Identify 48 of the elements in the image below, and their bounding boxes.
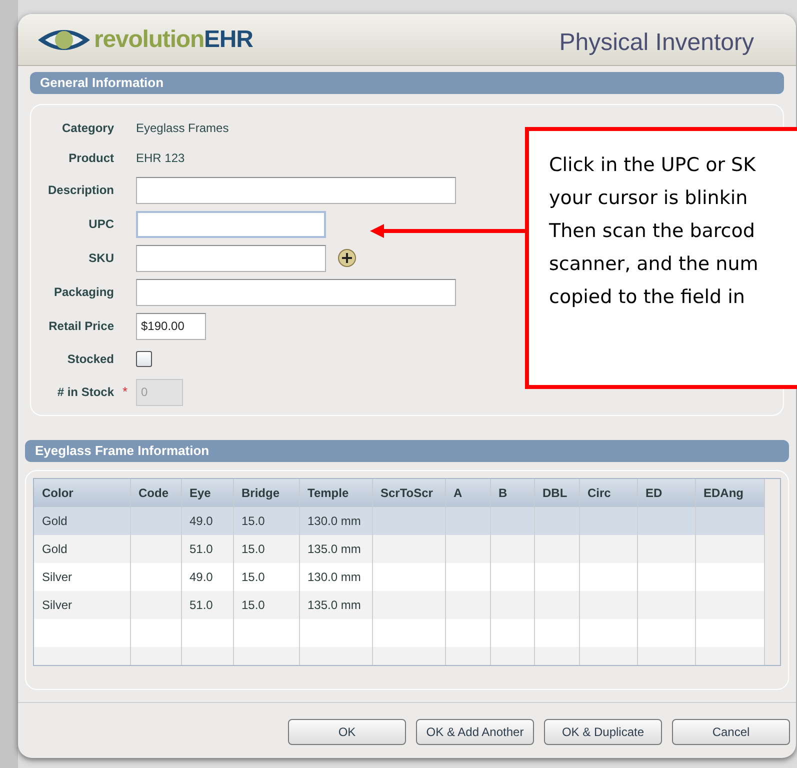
field-label: Description — [46, 182, 114, 199]
field-label: Retail Price — [48, 318, 114, 335]
field-label: Category — [60, 120, 114, 137]
field-label: Product — [68, 150, 114, 167]
field-label: Stocked — [66, 351, 114, 368]
required-mark: * — [122, 384, 128, 400]
column-header[interactable]: Code — [130, 479, 181, 507]
column-header[interactable]: Eye — [181, 479, 233, 507]
section-header: Eyeglass Frame Information — [25, 440, 789, 462]
input-field[interactable] — [136, 210, 326, 238]
callout-text: Then scan the barcod — [549, 219, 756, 244]
column-header[interactable]: A — [445, 479, 490, 507]
callout-text: your cursor is blinkin — [549, 186, 749, 211]
dialog-button[interactable]: OK & Duplicate — [544, 719, 662, 745]
dialog-button[interactable]: Cancel — [672, 719, 790, 745]
field-value: EHR 123 — [136, 150, 185, 167]
column-header[interactable]: Circ — [579, 479, 637, 507]
table-row[interactable]: Silver 49.0 15.0 130.0 mm — [34, 563, 764, 591]
field-label: SKU — [88, 250, 114, 267]
table-row[interactable]: Silver 51.0 15.0 135.0 mm — [34, 591, 764, 619]
column-header[interactable]: Bridge — [233, 479, 299, 507]
field-label: # in Stock — [56, 384, 114, 401]
dialog-button[interactable]: OK — [288, 719, 406, 745]
column-header[interactable]: Color — [34, 479, 130, 507]
checkbox[interactable] — [136, 351, 152, 367]
field-value: Eyeglass Frames — [136, 120, 229, 137]
dialog-button[interactable]: OK & Add Another — [416, 719, 534, 745]
input-field[interactable] — [136, 244, 326, 272]
callout-text: Click in the UPC or SK — [549, 153, 757, 178]
input-field[interactable] — [136, 176, 456, 204]
table-row[interactable]: Gold 49.0 15.0 130.0 mm — [34, 507, 764, 535]
window-title: Physical Inventory — [559, 28, 754, 58]
section-header: General Information — [30, 72, 784, 94]
callout-text: copied to the field in — [549, 285, 746, 310]
field-label: Packaging — [52, 284, 114, 301]
column-header[interactable]: ED — [637, 479, 695, 507]
column-header[interactable]: ScrToScr — [372, 479, 445, 507]
column-header[interactable]: Temple — [299, 479, 372, 507]
brand-logo: revolutionEHR — [94, 24, 253, 54]
column-header[interactable]: EDAng — [695, 479, 764, 507]
column-header[interactable]: DBL — [534, 479, 579, 507]
callout-text: scanner, and the num — [549, 252, 760, 277]
column-header[interactable]: B — [490, 479, 534, 507]
input-field[interactable] — [136, 278, 456, 306]
input-field[interactable]: $190.00 — [136, 312, 206, 340]
add-icon[interactable] — [338, 249, 356, 267]
table-row[interactable]: Gold 51.0 15.0 135.0 mm — [34, 535, 764, 563]
field-label: UPC — [88, 216, 114, 233]
